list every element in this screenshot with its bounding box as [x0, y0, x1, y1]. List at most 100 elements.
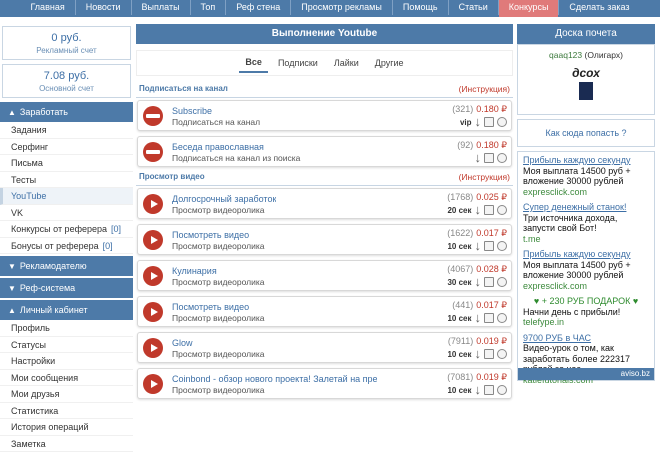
sidebar-item-statuses[interactable]: Статусы [0, 337, 133, 354]
ad-headline[interactable]: Прибыль каждую секунду [523, 155, 649, 166]
sidebar-item-statistics[interactable]: Статистика [0, 403, 133, 420]
hide-icon[interactable] [497, 277, 507, 287]
task-title[interactable]: Coinbond - обзор нового проекта! Залетай… [172, 374, 377, 384]
report-icon[interactable] [484, 205, 494, 215]
hide-icon[interactable] [497, 205, 507, 215]
ad-headline[interactable]: ♥ + 230 РУБ ПОДАРОК ♥ [523, 296, 649, 307]
ad-headline[interactable]: Прибыль каждую секунду [523, 249, 649, 260]
task-title[interactable]: Glow [172, 338, 193, 348]
hide-icon[interactable] [497, 241, 507, 251]
task-card[interactable]: SubscribeПодписаться на канал(321)0.180 … [137, 100, 512, 131]
task-card[interactable]: КулинарияПросмотр видеоролика(4067)0.028… [137, 260, 512, 291]
ad-url[interactable]: t.me [523, 234, 649, 245]
ad-item[interactable]: Прибыль каждую секундуМоя выплата 14500 … [523, 249, 649, 291]
nav-item[interactable]: Топ [191, 0, 226, 17]
sidebar-item-settings[interactable]: Настройки [0, 353, 133, 370]
tab-all[interactable]: Все [239, 53, 268, 73]
sidebar-item-profile[interactable]: Профиль [0, 320, 133, 337]
sidebar-item-referrer-bonuses[interactable]: Бонусы от реферера[0] [0, 238, 133, 255]
sidebar-item-note[interactable]: Заметка [0, 436, 133, 452]
task-title[interactable]: Subscribe [172, 106, 212, 116]
download-arrow-icon[interactable]: ↓ [475, 348, 482, 360]
ad-item[interactable]: Прибыль каждую секундуМоя выплата 14500 … [523, 155, 649, 197]
instruction-link[interactable]: (Инструкция) [459, 172, 510, 182]
sidebar-item-history[interactable]: История операций [0, 419, 133, 436]
youtube-play-icon [143, 194, 163, 214]
report-icon[interactable] [484, 153, 494, 163]
nav-item[interactable]: Главная [20, 0, 74, 17]
section-ref-system[interactable]: ▼Реф-система [0, 278, 133, 298]
hide-icon[interactable] [497, 153, 507, 163]
ad-item[interactable]: ♥ + 230 РУБ ПОДАРОК ♥Начни день с прибыл… [523, 296, 649, 328]
instruction-link[interactable]: (Инструкция) [459, 84, 510, 94]
task-card[interactable]: Беседа православнаяПодписаться на канал … [137, 136, 512, 167]
task-card[interactable]: Посмотреть видеоПросмотр видеоролика(162… [137, 224, 512, 255]
task-card[interactable]: Coinbond - обзор нового проекта! Залетай… [137, 368, 512, 399]
nav-item[interactable]: Помощь [393, 0, 448, 17]
report-icon[interactable] [484, 385, 494, 395]
sidebar-item-referrer-contests[interactable]: Конкурсы от реферера[0] [0, 221, 133, 238]
nav-item[interactable]: Просмотр рекламы [291, 0, 392, 17]
ad-url[interactable]: expresclick.com [523, 187, 649, 198]
task-card[interactable]: Долгосрочный заработокПросмотр видеороли… [137, 188, 512, 219]
tab-likes[interactable]: Лайки [328, 54, 365, 72]
ad-balance[interactable]: 0 руб. Рекламный счет [2, 26, 131, 60]
task-title[interactable]: Кулинария [172, 266, 217, 276]
task-tag: 10 сек [447, 242, 471, 251]
task-count: (4067) [447, 264, 473, 274]
nav-item[interactable]: Новости [76, 0, 131, 17]
section-cabinet[interactable]: ▲Личный кабинет [0, 300, 133, 320]
task-title[interactable]: Беседа православная [172, 142, 264, 152]
sidebar-item-youtube[interactable]: YouTube [0, 188, 133, 205]
report-icon[interactable] [484, 277, 494, 287]
main-balance-label: Основной счет [3, 84, 130, 93]
section-earn[interactable]: ▲Заработать [0, 102, 133, 122]
sidebar-item-tasks[interactable]: Задания [0, 122, 133, 139]
board-user[interactable]: qaaq123 (Олигарх) [518, 50, 654, 60]
report-icon[interactable] [484, 117, 494, 127]
download-arrow-icon[interactable]: ↓ [475, 384, 482, 396]
sidebar-item-vk[interactable]: VK [0, 205, 133, 222]
ad-headline[interactable]: 9700 РУБ в ЧАС [523, 333, 649, 344]
download-arrow-icon[interactable]: ↓ [475, 152, 482, 164]
sidebar-item-messages[interactable]: Мои сообщения [0, 370, 133, 387]
report-icon[interactable] [484, 241, 494, 251]
download-arrow-icon[interactable]: ↓ [475, 204, 482, 216]
task-title[interactable]: Посмотреть видео [172, 230, 249, 240]
hide-icon[interactable] [497, 349, 507, 359]
download-arrow-icon[interactable]: ↓ [475, 240, 482, 252]
nav-item[interactable]: Статьи [449, 0, 498, 17]
section-advertisers[interactable]: ▼Рекламодателю [0, 256, 133, 276]
nav-item[interactable]: Реф стена [226, 0, 290, 17]
report-icon[interactable] [484, 349, 494, 359]
nav-item[interactable]: Конкурсы [499, 0, 559, 17]
ad-url[interactable]: expresclick.com [523, 281, 649, 292]
download-arrow-icon[interactable]: ↓ [475, 276, 482, 288]
hide-icon[interactable] [497, 385, 507, 395]
ad-headline[interactable]: Супер денежный станок! [523, 202, 649, 213]
how-to-get-here-link[interactable]: Как сюда попасть ? [517, 119, 655, 147]
sidebar-item-letters[interactable]: Письма [0, 155, 133, 172]
aviso-footer[interactable]: aviso.bz [518, 368, 654, 380]
sidebar-item-tests[interactable]: Тесты [0, 172, 133, 189]
task-count: (7911) [448, 336, 473, 346]
task-title[interactable]: Посмотреть видео [172, 302, 249, 312]
download-arrow-icon[interactable]: ↓ [475, 312, 482, 324]
main-balance[interactable]: 7.08 руб. Основной счет [2, 64, 131, 98]
user-avatar[interactable]: дсох [567, 66, 605, 106]
hide-icon[interactable] [497, 313, 507, 323]
sidebar-item-surfing[interactable]: Серфинг [0, 139, 133, 156]
ad-item[interactable]: Супер денежный станок!Три источника дохо… [523, 202, 649, 244]
tab-other[interactable]: Другие [369, 54, 410, 72]
download-arrow-icon[interactable]: ↓ [475, 116, 482, 128]
task-card[interactable]: GlowПросмотр видеоролика(7911)0.019 ₽10 … [137, 332, 512, 363]
hide-icon[interactable] [497, 117, 507, 127]
tab-subscriptions[interactable]: Подписки [272, 54, 324, 72]
task-title[interactable]: Долгосрочный заработок [172, 194, 276, 204]
task-card[interactable]: Посмотреть видеоПросмотр видеоролика(441… [137, 296, 512, 327]
report-icon[interactable] [484, 313, 494, 323]
sidebar-item-friends[interactable]: Мои друзья [0, 386, 133, 403]
nav-item[interactable]: Сделать заказ [559, 0, 639, 17]
ad-url[interactable]: telefype.in [523, 317, 649, 328]
nav-item[interactable]: Выплаты [132, 0, 190, 17]
